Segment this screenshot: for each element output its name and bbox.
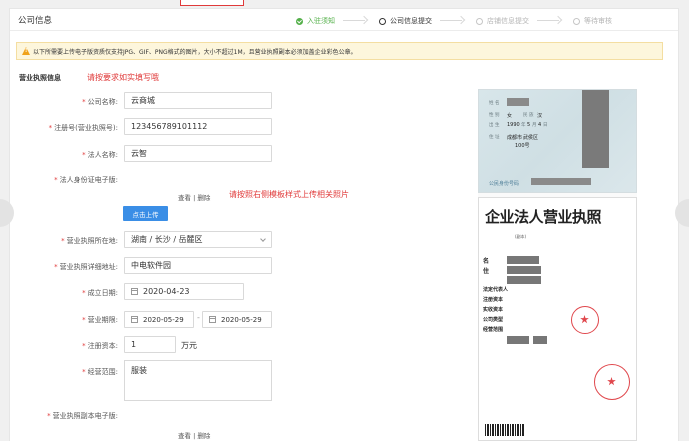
sample-id-card: 姓 名 性 别 女 民 族 汉 出 生 1990 年 5 月 4 日 住 址 成… [478,89,637,193]
address-input[interactable]: 中电软件园 [124,257,272,274]
company-name-input[interactable]: 云商城 [124,92,272,109]
progress-steps: 入驻须知 公司信息提交 店铺信息提交 等待审核 [296,14,620,28]
capital-input[interactable]: 1 [124,336,176,353]
card-title: 公司信息 [18,15,53,26]
delete-link[interactable]: 删除 [197,432,210,440]
chevron-down-icon [260,236,266,242]
hint-fill-truthfully: 请按要求如实填写哦 [87,73,159,82]
step-label: 公司信息提交 [390,17,432,25]
step-await-review: 等待审核 [573,16,612,26]
location-label: * 营业执照所在地: [61,237,118,245]
term-separator: - [197,313,200,322]
term-end-input[interactable]: 2020-05-29 [202,311,272,328]
notice-text: 以下所需要上传电子版资质仅支持JPG、GIF、PNG格式的图片，大小不超过1M，… [33,48,357,56]
scope-textarea[interactable]: 服装 [124,360,272,401]
chevron-right-icon [343,16,369,26]
address-label: * 营业执照详细地址: [54,263,118,271]
reg-no-label: * 注册号(营业执照号): [48,124,118,132]
reg-no-input[interactable]: 123456789101112 [124,118,272,135]
scope-label: * 经营范围: [82,368,118,376]
step-label: 等待审核 [584,17,612,25]
delete-link[interactable]: 删除 [197,194,210,202]
section-title: 营业执照信息 [19,74,61,82]
capital-unit: 万元 [181,341,197,350]
chevron-right-icon [537,16,563,26]
location-select[interactable]: 湖南 / 长沙 / 岳麓区 [124,231,272,248]
term-start-input[interactable]: 2020-05-29 [124,311,194,328]
chevron-right-icon [440,16,466,26]
id-photo [582,90,609,168]
company-name-label: * 公司名称: [82,98,118,106]
sample-business-license: 企业法人营业执照 (副本) 名 住 法定代表人 注册资本 实收资本 公司类型 经… [478,197,637,441]
step-entry-notice: 入驻须知 [296,16,335,26]
circle-icon [573,17,580,25]
legal-id-photo-links: 查看 | 删除 [178,194,211,202]
calendar-icon [131,316,138,323]
legal-id-photo-label: * 法人身份证电子版: [54,176,118,184]
hint-upload-sample: 请按照右侧模板样式上传相关照片 [229,190,349,199]
page: 公司信息 入驻须知 公司信息提交 店铺信息提交 等待审核 ! 以下所需要上传电子… [0,0,689,441]
legal-person-label: * 法人名称: [82,151,118,159]
founded-date-input[interactable]: 2020-04-23 [124,283,244,300]
calendar-icon [209,316,216,323]
circle-icon [379,17,386,25]
view-link[interactable]: 查看 [178,432,191,440]
license-copy-label: * 营业执照副本电子版: [47,412,118,420]
sample-template-image: 姓 名 性 别 女 民 族 汉 出 生 1990 年 5 月 4 日 住 址 成… [478,89,637,441]
license-copy-links: 查看 | 删除 [178,432,211,440]
circle-icon [476,17,483,25]
stamp-icon [594,364,630,400]
step-label: 入驻须知 [307,17,335,25]
legal-person-input[interactable]: 云智 [124,145,272,162]
step-label: 店铺信息提交 [487,17,529,25]
founded-label: * 成立日期: [82,289,118,297]
business-term-label: * 营业期限: [82,316,118,324]
step-store-info: 店铺信息提交 [476,16,529,26]
notice-banner: ! 以下所需要上传电子版资质仅支持JPG、GIF、PNG格式的图片，大小不超过1… [16,42,663,60]
barcode-icon [485,424,525,436]
upload-button[interactable]: 点击上传 [123,206,168,221]
check-circle-icon [296,17,303,25]
top-tab-indicator [180,0,244,6]
calendar-icon [131,288,138,295]
view-link[interactable]: 查看 [178,194,191,202]
capital-label: * 注册资本: [82,342,118,350]
stamp-icon [571,306,599,334]
warning-icon: ! [22,47,30,55]
step-company-info: 公司信息提交 [379,16,432,26]
